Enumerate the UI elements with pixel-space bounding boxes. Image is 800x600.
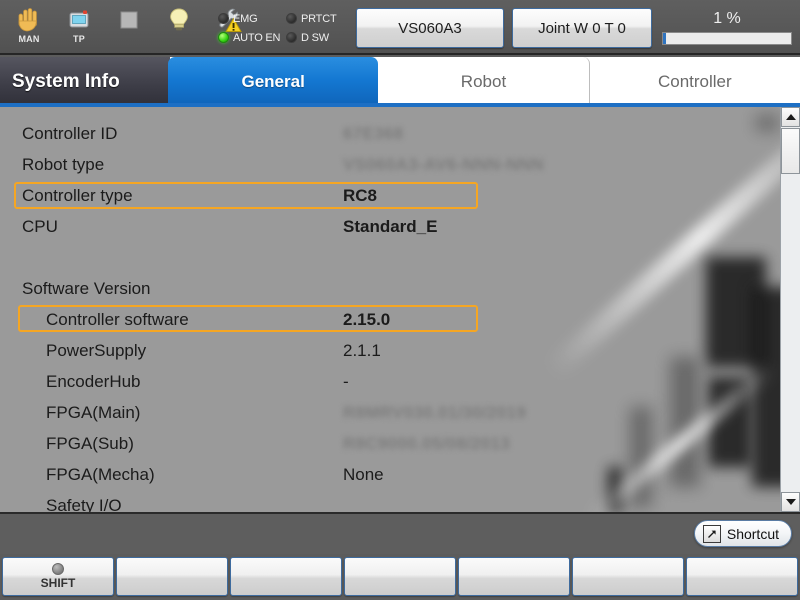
row-label: Software Version: [22, 278, 151, 298]
table-row[interactable]: CPU Standard_E: [0, 211, 780, 242]
system-info-content: Controller ID 67E368 Robot type VS060A3-…: [0, 107, 800, 512]
stop-square-icon: [118, 5, 140, 35]
table-row-spacer: [0, 242, 780, 273]
row-label: CPU: [22, 216, 58, 236]
row-label: Safety I/O: [46, 495, 122, 513]
shortcut-label: Shortcut: [726, 525, 779, 542]
status-led-auto-en: AUTO EN: [218, 32, 286, 44]
coordinate-mode-button[interactable]: Joint W 0 T 0: [512, 8, 652, 48]
chevron-up-icon: [785, 114, 796, 120]
prtct-led-label: PRTCT: [301, 12, 337, 25]
tab-group: General Robot Controller: [168, 57, 800, 107]
shortcut-button[interactable]: Shortcut: [693, 520, 792, 547]
shift-indicator-icon: [52, 563, 64, 575]
table-row[interactable]: PowerSupply 2.1.1: [0, 335, 780, 366]
tab-controller[interactable]: Controller: [589, 57, 800, 107]
hand-icon: [17, 5, 41, 35]
teach-pendant-icon: [67, 5, 91, 35]
teach-pendant-label: TP: [73, 34, 85, 44]
table-row[interactable]: EncoderHub -: [0, 366, 780, 397]
row-label: FPGA(Sub): [46, 433, 134, 453]
row-value: R8MRV030.01/30/2019: [343, 402, 527, 422]
speed-progress-fill: [663, 33, 666, 44]
tab-bar: System Info General Robot Controller: [0, 57, 800, 107]
row-value: 2.15.0: [343, 309, 391, 329]
lamp-icon: [168, 5, 190, 35]
top-toolbar: MAN TP EMG PRTCT AUTO EN D SW VS060A3 Jo…: [0, 0, 800, 55]
function-key-7[interactable]: [686, 557, 798, 596]
dsw-led-label: D SW: [301, 31, 329, 44]
function-key-6[interactable]: [572, 557, 684, 596]
function-key-bar: SHIFT: [0, 554, 800, 600]
row-value: None: [343, 464, 384, 484]
row-value: Standard_E: [343, 216, 438, 236]
section-header-software-version: Software Version: [0, 273, 780, 304]
shortcut-arrow-icon: [702, 524, 721, 543]
scroll-down-button[interactable]: [781, 492, 800, 512]
table-row[interactable]: FPGA(Sub) R8C9000.05/08/2013: [0, 428, 780, 459]
manual-mode-button[interactable]: MAN: [6, 2, 52, 52]
prtct-led-icon: [286, 13, 297, 24]
function-key-2[interactable]: [116, 557, 228, 596]
page-title: System Info: [0, 57, 170, 107]
lamp-button[interactable]: [156, 2, 202, 52]
table-row[interactable]: FPGA(Main) R8MRV030.01/30/2019: [0, 397, 780, 428]
function-key-label: SHIFT: [40, 576, 76, 590]
table-row-selected[interactable]: Controller type RC8: [0, 180, 780, 211]
tab-general[interactable]: General: [168, 57, 379, 107]
row-value: 67E368: [343, 123, 404, 143]
speed-indicator[interactable]: 1 %: [662, 8, 792, 48]
table-row[interactable]: FPGA(Mecha) None: [0, 459, 780, 490]
chevron-down-icon: [785, 499, 796, 505]
scroll-up-button[interactable]: [781, 107, 800, 127]
function-key-5[interactable]: [458, 557, 570, 596]
table-row[interactable]: Controller ID 67E368: [0, 118, 780, 149]
row-label: Robot type: [22, 154, 105, 174]
row-value: 2.1.1: [343, 340, 381, 360]
row-label: FPGA(Main): [46, 402, 141, 422]
emg-led-icon: [218, 13, 229, 24]
row-label: Controller ID: [22, 123, 118, 143]
speed-progress-track[interactable]: [662, 32, 792, 45]
auto-en-led-label: AUTO EN: [233, 31, 281, 44]
row-label: EncoderHub: [46, 371, 141, 391]
dsw-led-icon: [286, 32, 297, 43]
row-value: VS060A3-AV6-NNN-NNN: [343, 154, 544, 174]
tab-robot[interactable]: Robot: [378, 57, 590, 107]
row-value: RC8: [343, 185, 378, 205]
status-led-group: EMG PRTCT AUTO EN D SW: [218, 9, 342, 47]
scrollbar-thumb[interactable]: [781, 128, 800, 174]
status-bar: Shortcut: [0, 512, 800, 554]
table-row[interactable]: Safety I/O: [0, 490, 780, 513]
row-label: Controller type: [22, 185, 133, 205]
speed-value-label: 1 %: [713, 10, 741, 27]
content-scrollbar[interactable]: [780, 107, 800, 512]
function-key-shift[interactable]: SHIFT: [2, 557, 114, 596]
auto-en-led-icon: [218, 32, 229, 43]
system-info-screen: MAN TP EMG PRTCT AUTO EN D SW VS060A3 Jo…: [0, 0, 800, 600]
manual-mode-label: MAN: [18, 34, 40, 44]
robot-model-button[interactable]: VS060A3: [356, 8, 504, 48]
status-led-dsw: D SW: [286, 32, 342, 44]
table-row[interactable]: Robot type VS060A3-AV6-NNN-NNN: [0, 149, 780, 180]
status-led-prtct: PRTCT: [286, 13, 342, 25]
row-label: Controller software: [46, 309, 189, 329]
row-label: FPGA(Mecha): [46, 464, 155, 484]
toolbar-icon-group: MAN TP: [6, 2, 252, 52]
function-key-4[interactable]: [344, 557, 456, 596]
status-led-emg: EMG: [218, 13, 286, 25]
emg-led-label: EMG: [233, 12, 258, 25]
function-key-3[interactable]: [230, 557, 342, 596]
row-value: -: [343, 371, 349, 391]
table-row-selected[interactable]: Controller software 2.15.0: [0, 304, 780, 335]
teach-pendant-button[interactable]: TP: [56, 2, 102, 52]
row-label: PowerSupply: [46, 340, 147, 360]
stop-button[interactable]: [106, 2, 152, 52]
row-value: R8C9000.05/08/2013: [343, 433, 511, 453]
info-row-list: Controller ID 67E368 Robot type VS060A3-…: [0, 107, 780, 512]
